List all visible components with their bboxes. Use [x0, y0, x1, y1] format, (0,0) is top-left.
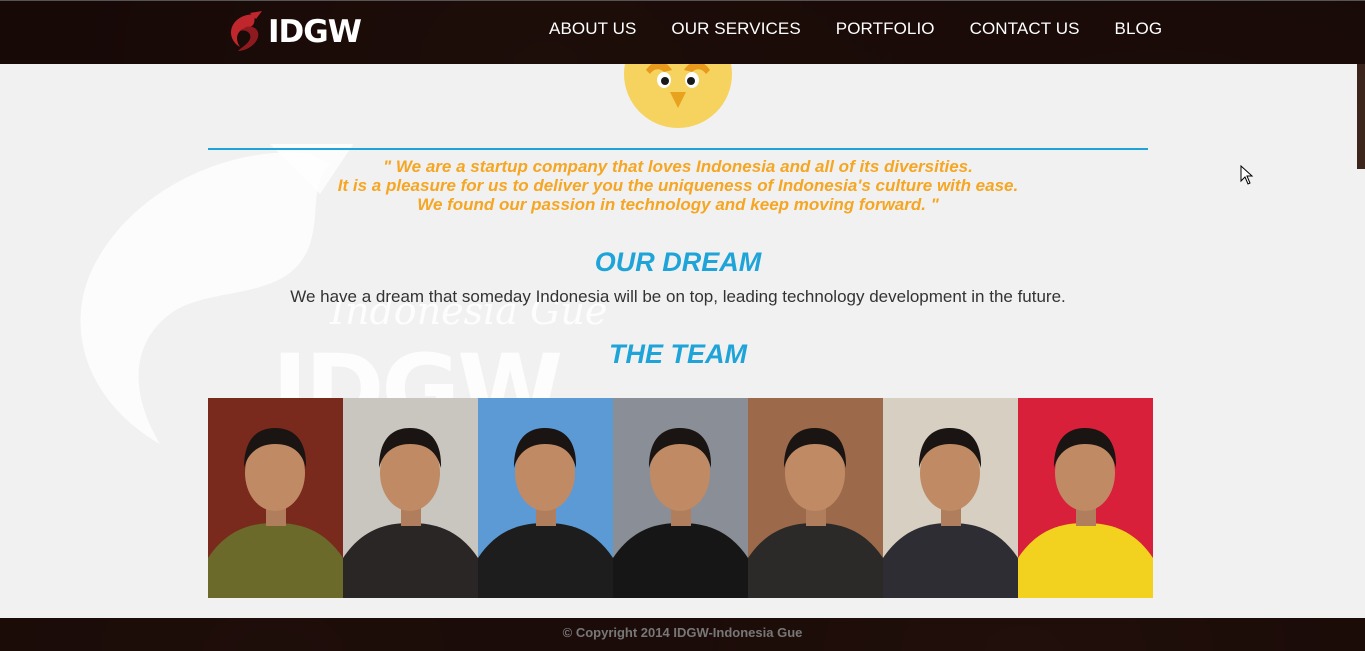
team-member-photo [613, 398, 748, 598]
team-member-photo [1018, 398, 1153, 598]
site-logo[interactable]: IDGW [226, 10, 362, 54]
divider-line [208, 148, 1148, 150]
the-team-heading: THE TEAM [609, 339, 747, 369]
team-photo-strip [208, 398, 1153, 598]
team-member-photo [208, 398, 343, 598]
team-member-photo [883, 398, 1018, 598]
copyright-text: © Copyright 2014 IDGW-Indonesia Gue [562, 625, 803, 640]
portrait-icon [748, 398, 883, 598]
garuda-mascot-icon [624, 64, 732, 128]
team-member-photo [343, 398, 478, 598]
our-dream-text: We have a dream that someday Indonesia w… [290, 287, 1066, 306]
our-dream-heading: OUR DREAM [594, 247, 762, 277]
portrait-icon [478, 398, 613, 598]
company-quote: " We are a startup company that loves In… [208, 157, 1148, 214]
nav-about-us[interactable]: ABOUT US [549, 19, 636, 39]
quote-line: " We are a startup company that loves In… [383, 157, 973, 176]
logo-flame-icon [230, 11, 262, 51]
portrait-icon [883, 398, 1018, 598]
quote-line: It is a pleasure for us to deliver you t… [337, 176, 1019, 195]
team-member-photo [748, 398, 883, 598]
portrait-icon [613, 398, 748, 598]
portrait-icon [343, 398, 478, 598]
footer: © Copyright 2014 IDGW-Indonesia Gue [0, 618, 1365, 651]
top-navbar: IDGW ABOUT US OUR SERVICES PORTFOLIO CON… [0, 0, 1365, 64]
nav-contact-us[interactable]: CONTACT US [970, 19, 1080, 39]
quote-line: We found our passion in technology and k… [417, 195, 939, 214]
main-nav: ABOUT US OUR SERVICES PORTFOLIO CONTACT … [549, 19, 1162, 39]
portrait-icon [1018, 398, 1153, 598]
nav-portfolio[interactable]: PORTFOLIO [836, 19, 935, 39]
logo-text: IDGW [268, 14, 362, 50]
mouse-cursor-icon [1240, 165, 1254, 185]
portrait-icon [208, 398, 343, 598]
about-section: Indonesia Gue IDGW " We are a startup co… [0, 64, 1357, 618]
team-member-photo [478, 398, 613, 598]
panel-edge [1357, 169, 1365, 618]
nav-our-services[interactable]: OUR SERVICES [671, 19, 800, 39]
nav-blog[interactable]: BLOG [1115, 19, 1163, 39]
